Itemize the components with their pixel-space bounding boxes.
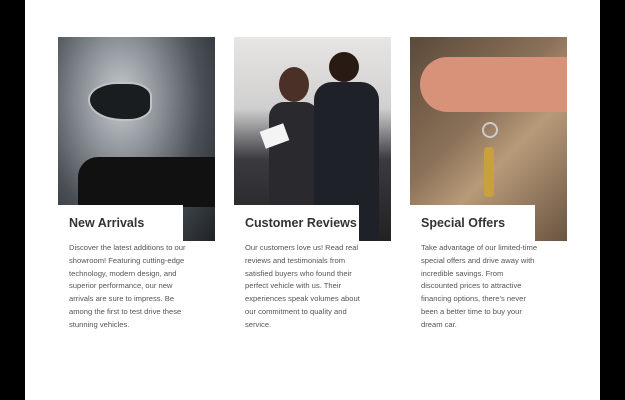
- card-title: New Arrivals: [69, 216, 145, 230]
- card-description: Our customers love us! Read real reviews…: [245, 243, 360, 329]
- card-title: Special Offers: [421, 216, 506, 230]
- card-description: Discover the latest additions to our sho…: [69, 243, 186, 329]
- card-description: Take advantage of our limited-time speci…: [421, 243, 538, 329]
- page: New Arrivals Discover the latest additio…: [25, 0, 600, 400]
- card-title: Customer Reviews: [245, 216, 357, 230]
